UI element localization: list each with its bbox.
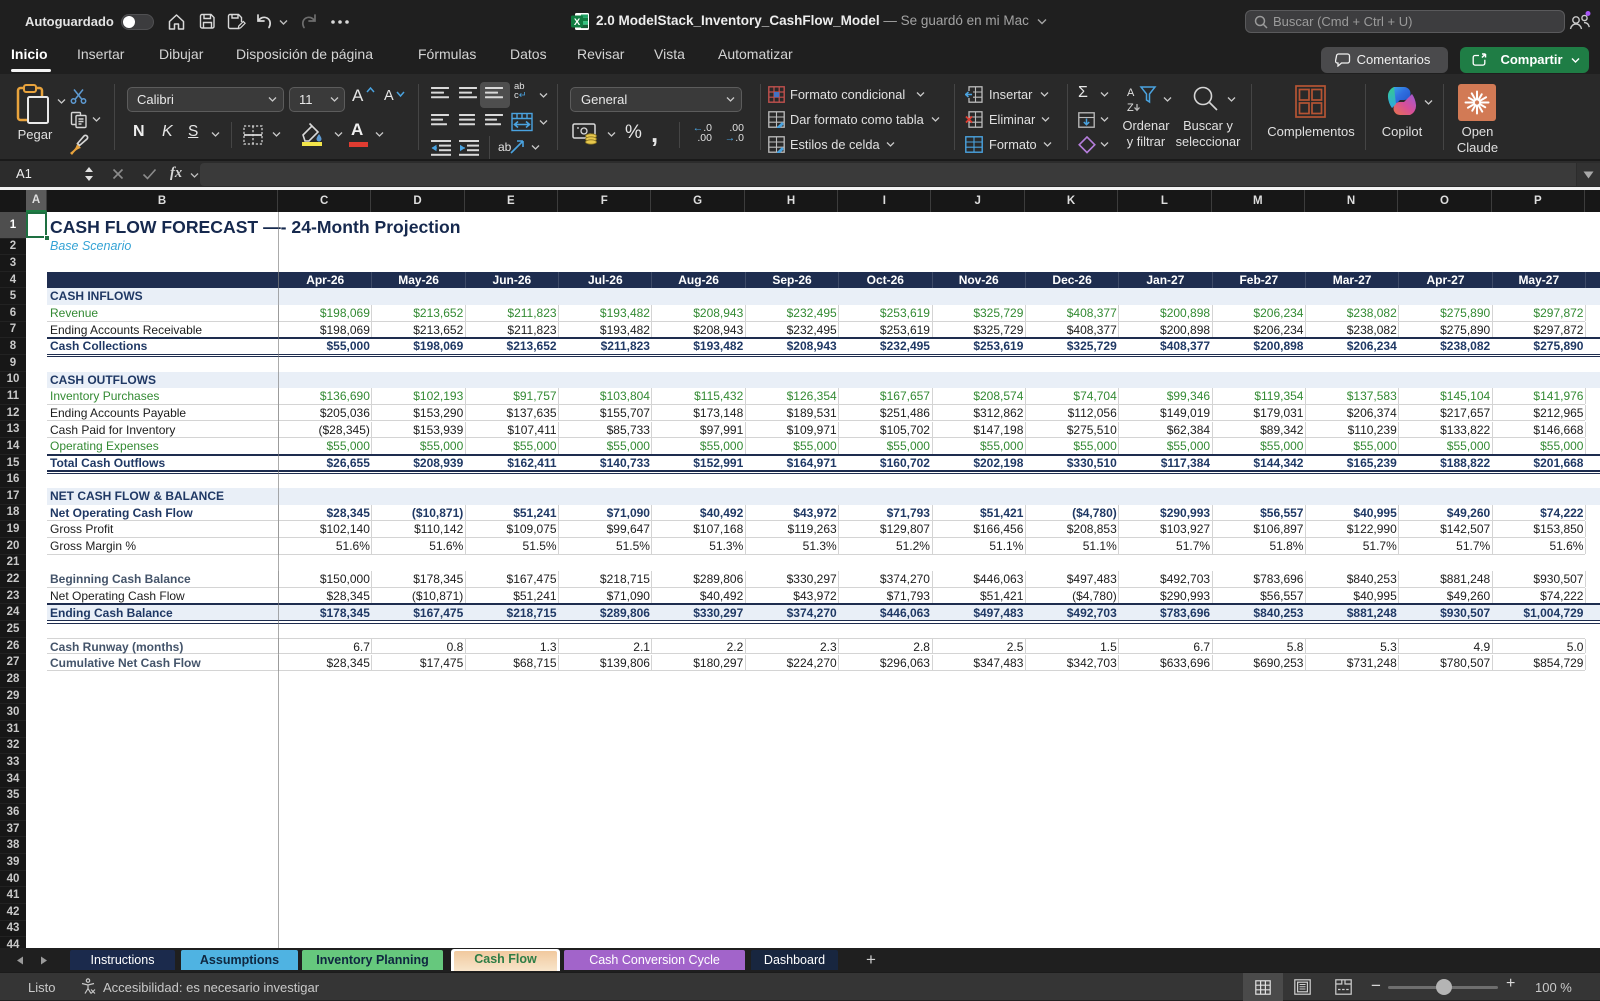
svg-text:X: X	[574, 17, 581, 28]
svg-text:Z: Z	[1127, 102, 1134, 114]
svg-text:A: A	[1127, 87, 1135, 99]
